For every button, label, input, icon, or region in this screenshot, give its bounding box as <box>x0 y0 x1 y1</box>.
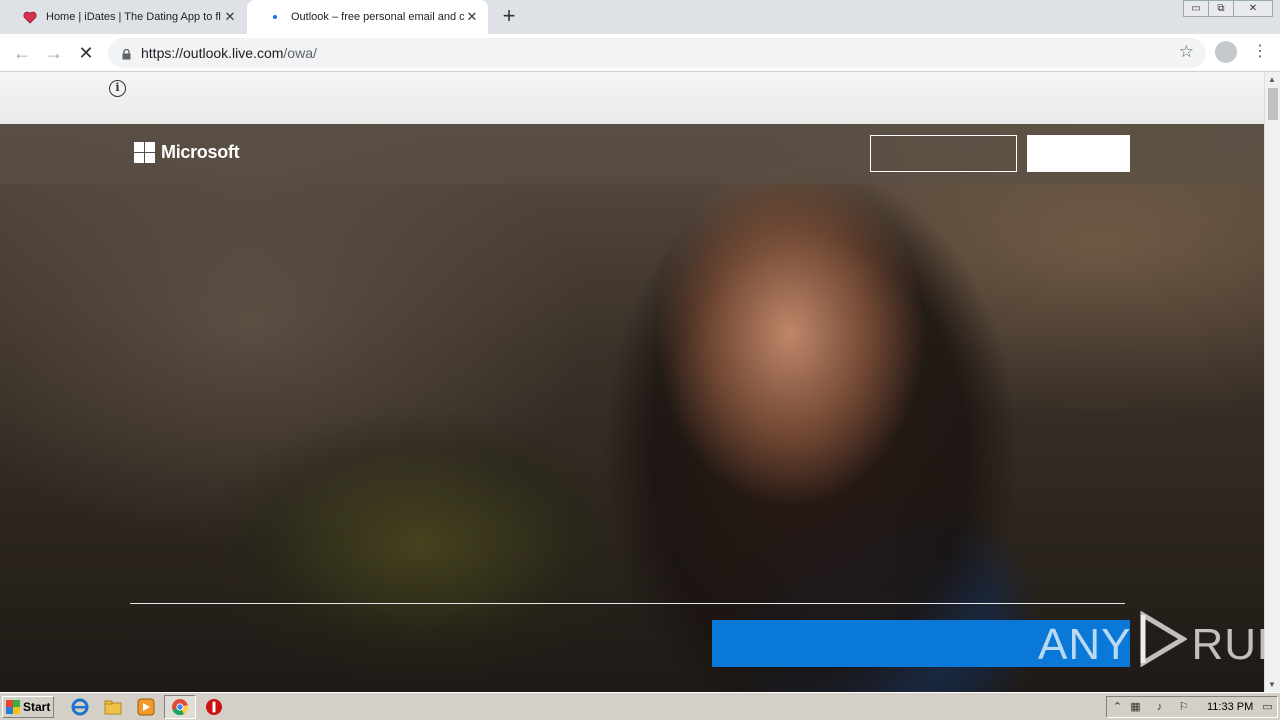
create-account-button[interactable] <box>1027 135 1130 172</box>
browser-chrome: Home | iDates | The Dating App to fl ✕ O… <box>0 0 1280 72</box>
scroll-down-icon[interactable]: ▼ <box>1268 680 1276 689</box>
tab-title: Home | iDates | The Dating App to fl <box>46 11 221 23</box>
action-center-flag-icon[interactable]: ⚐ <box>1177 701 1190 714</box>
watermark-right: RUN <box>1191 619 1264 669</box>
hero-section: Microsoft ANY RUN <box>0 124 1264 692</box>
site-header: Microsoft <box>0 124 1264 184</box>
clock[interactable]: 11:33 PM <box>1207 701 1253 713</box>
forward-button[interactable]: → <box>42 41 66 65</box>
profile-avatar[interactable] <box>1215 41 1237 63</box>
hero-divider <box>130 603 1125 604</box>
volume-icon[interactable]: ♪ <box>1153 701 1166 714</box>
url-host: https://outlook.live.com <box>141 45 284 61</box>
show-hidden-icons-icon[interactable]: ⌃ <box>1111 701 1124 714</box>
scroll-up-icon[interactable]: ▲ <box>1268 75 1276 84</box>
anyrun-watermark: ANY RUN <box>1038 610 1264 678</box>
loading-dot-icon <box>267 9 283 25</box>
file-explorer-icon[interactable] <box>104 698 122 716</box>
info-icon[interactable]: i <box>109 80 126 97</box>
tab-outlook[interactable]: Outlook – free personal email and ca ✕ <box>247 0 488 34</box>
microsoft-grid-icon <box>134 142 155 163</box>
tab-idates[interactable]: Home | iDates | The Dating App to fl ✕ <box>12 0 246 34</box>
windows-flag-icon <box>6 700 20 714</box>
page-viewport: i Microsoft ANY RUN <box>0 72 1264 692</box>
scroll-thumb[interactable] <box>1268 88 1278 120</box>
microsoft-logo[interactable]: Microsoft <box>134 142 240 163</box>
restore-button[interactable]: ⧉ <box>1208 0 1234 17</box>
start-label: Start <box>23 700 51 714</box>
heart-icon <box>22 9 38 25</box>
back-button[interactable]: ← <box>10 41 34 65</box>
address-bar[interactable]: https://outlook.live.com/owa/ ☆ <box>108 38 1206 68</box>
internet-explorer-icon[interactable] <box>71 698 89 716</box>
new-tab-button[interactable]: + <box>498 5 520 29</box>
brand-name: Microsoft <box>161 142 240 162</box>
chrome-icon <box>171 698 189 721</box>
window-close-button[interactable]: ✕ <box>1233 0 1273 17</box>
play-triangle-icon <box>1135 610 1189 678</box>
browser-toolbar: ← → ✕ https://outlook.live.com/owa/ ☆ ⋮ <box>0 34 1280 72</box>
windows-taskbar: Start ⌃ ▦ ♪ ⚐ 11:33 PM ▭ <box>0 692 1280 720</box>
minimize-button[interactable]: ▭ <box>1183 0 1209 17</box>
lock-icon <box>122 47 131 60</box>
url-path: /owa/ <box>283 45 317 61</box>
sign-in-button[interactable] <box>870 135 1017 172</box>
media-player-icon[interactable] <box>137 698 155 716</box>
stop-loading-button[interactable]: ✕ <box>74 41 98 65</box>
show-desktop-icon[interactable]: ▭ <box>1261 701 1274 714</box>
tab-strip: Home | iDates | The Dating App to fl ✕ O… <box>0 0 1280 34</box>
chrome-taskbar-button[interactable] <box>164 695 196 719</box>
info-bar: i <box>0 72 1264 124</box>
start-button[interactable]: Start <box>2 696 54 718</box>
system-tray: ⌃ ▦ ♪ ⚐ 11:33 PM ▭ <box>1106 696 1278 718</box>
url-text: https://outlook.live.com/owa/ <box>141 45 317 61</box>
tab-title: Outlook – free personal email and ca <box>291 11 464 23</box>
browser-menu-icon[interactable]: ⋮ <box>1252 41 1268 63</box>
watermark-left: ANY <box>1038 619 1132 669</box>
tab-close-icon[interactable]: ✕ <box>222 9 238 25</box>
tab-close-icon[interactable]: ✕ <box>464 9 480 25</box>
stop-sign-icon[interactable] <box>205 698 223 716</box>
network-icon[interactable]: ▦ <box>1129 701 1142 714</box>
bookmark-star-icon[interactable]: ☆ <box>1179 42 1194 62</box>
vertical-scrollbar[interactable]: ▲ ▼ <box>1264 72 1280 692</box>
